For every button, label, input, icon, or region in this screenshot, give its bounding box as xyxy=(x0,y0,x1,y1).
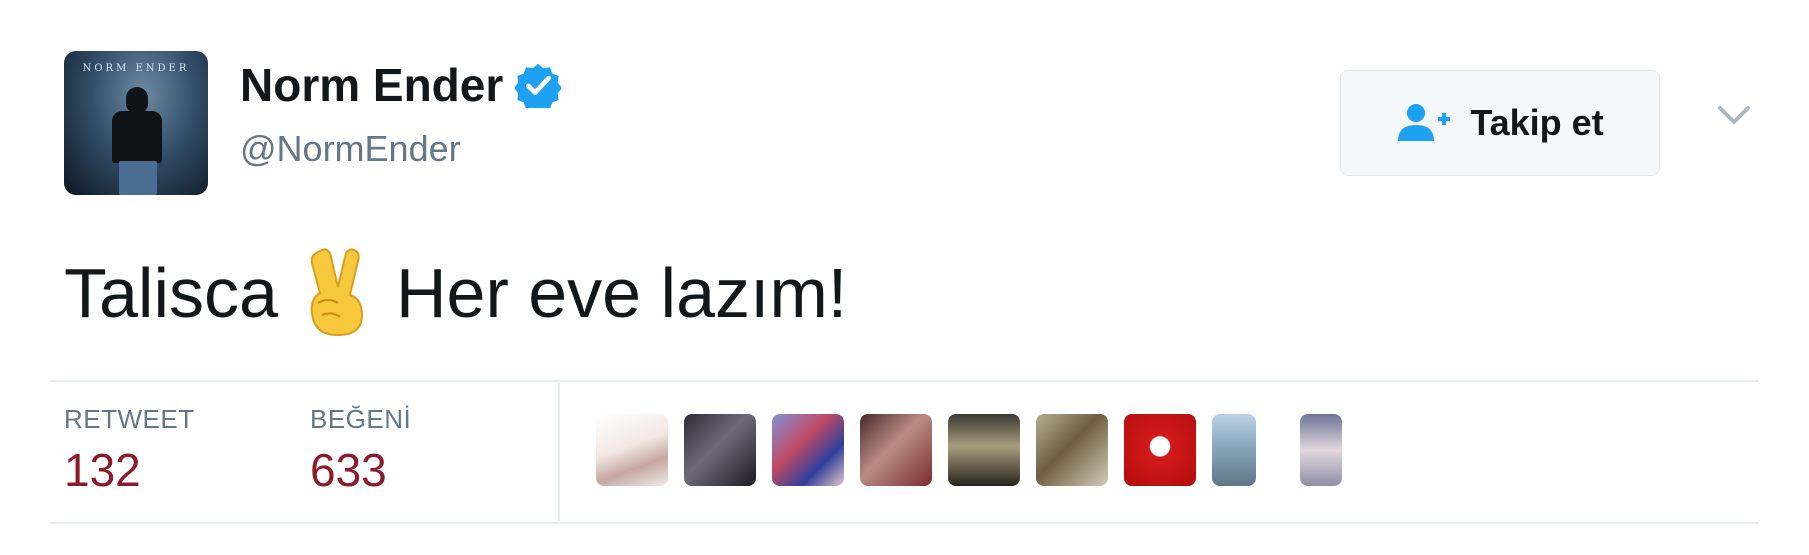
author-name-row: Norm Ender xyxy=(240,58,562,112)
follow-button-label: Takip et xyxy=(1470,102,1604,143)
liker-avatar[interactable] xyxy=(772,414,844,486)
stats-divider-top xyxy=(50,380,1759,382)
liker-avatar[interactable] xyxy=(1124,414,1196,486)
retweet-count: 132 xyxy=(64,444,141,496)
author-handle[interactable]: @NormEnder xyxy=(240,128,461,170)
avatar-person-legs xyxy=(119,161,157,195)
chevron-down-icon[interactable] xyxy=(1714,100,1754,130)
tweet-text: Talisca Her eve lazım! xyxy=(64,245,847,341)
retweet-label: RETWEET xyxy=(64,404,195,434)
likes-stat[interactable]: BEĞENİ 633 xyxy=(310,404,411,497)
liker-avatar[interactable] xyxy=(948,414,1020,486)
avatar-person-body xyxy=(112,111,162,163)
author-avatar[interactable]: NORM ENDER xyxy=(64,51,208,195)
liker-avatar[interactable] xyxy=(1212,414,1256,486)
verified-badge-icon xyxy=(515,63,562,108)
liker-avatar[interactable] xyxy=(596,414,668,486)
tweet-text-part-1: Talisca xyxy=(64,254,278,332)
follow-button[interactable]: Takip et xyxy=(1340,70,1660,176)
likes-label: BEĞENİ xyxy=(310,404,412,434)
retweet-stat[interactable]: RETWEET 132 xyxy=(64,404,195,497)
liker-avatar[interactable] xyxy=(684,414,756,486)
author-display-name[interactable]: Norm Ender xyxy=(240,58,503,112)
liker-avatar[interactable] xyxy=(1300,414,1342,486)
avatar-logo-text: NORM ENDER xyxy=(82,63,190,74)
likes-count: 633 xyxy=(310,444,387,496)
add-user-icon xyxy=(1398,104,1451,141)
liker-avatar[interactable] xyxy=(1036,414,1108,486)
avatar-person-head xyxy=(126,87,148,113)
stats-divider-bottom xyxy=(50,522,1759,524)
tweet-text-part-2: Her eve lazım! xyxy=(395,254,848,332)
liker-avatar[interactable] xyxy=(860,414,932,486)
stats-separator xyxy=(558,383,560,521)
victory-hand-emoji-icon xyxy=(310,248,363,337)
